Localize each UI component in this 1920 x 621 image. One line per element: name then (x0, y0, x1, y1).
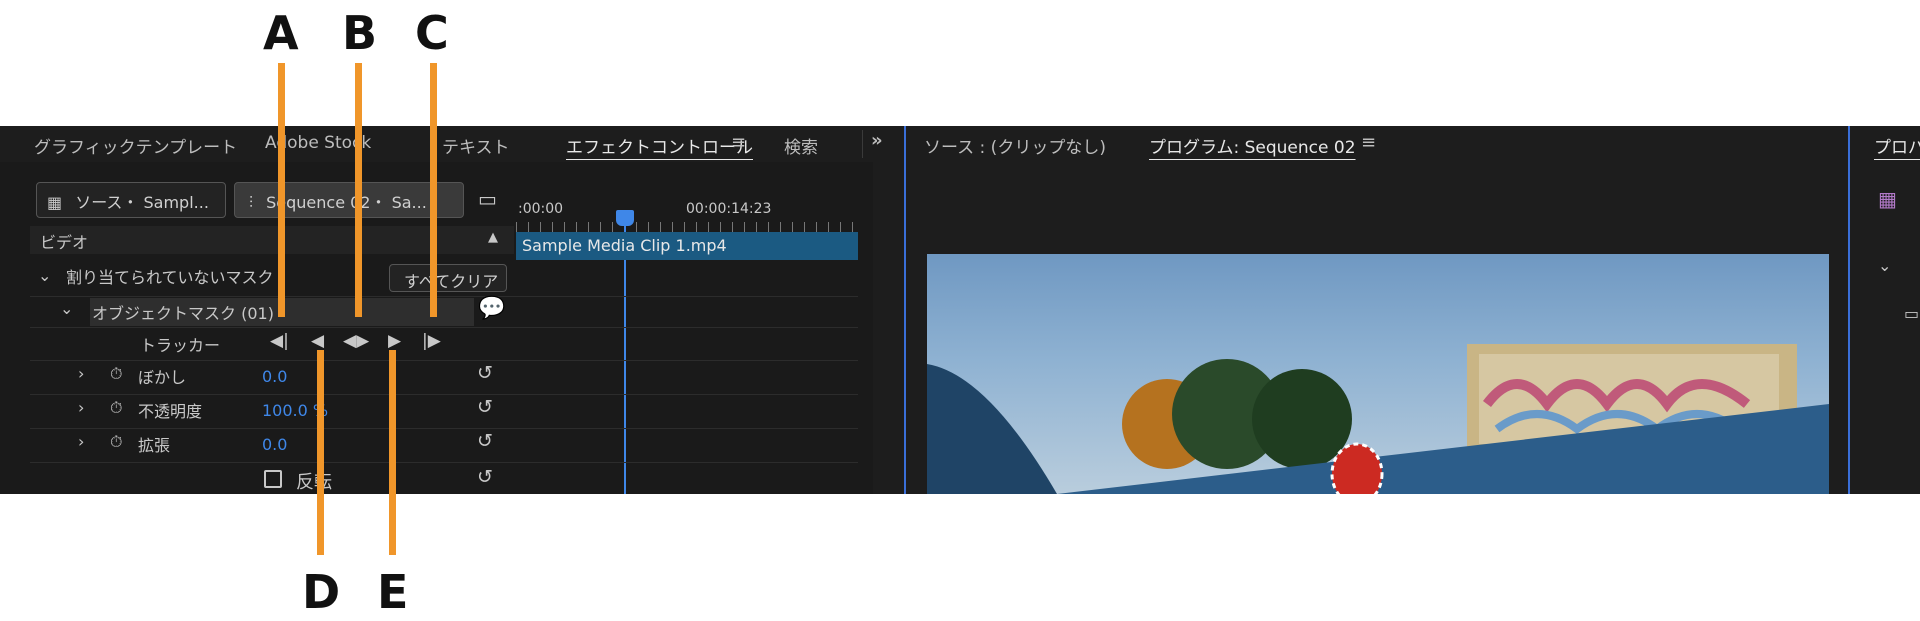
source-clip-tab[interactable]: ▦ ソース・ Sampl... (36, 182, 226, 218)
timeline-end-time: 00:00:14:23 (686, 201, 772, 217)
tab-graphic-templates[interactable]: グラフィックテンプレート (34, 133, 237, 158)
clip-bar[interactable]: Sample Media Clip 1.mp4 (516, 232, 858, 260)
reset-icon[interactable]: ↺ (477, 466, 493, 488)
callout-line-e (389, 350, 396, 555)
track-forward-one-frame-icon[interactable]: |▶ (422, 331, 441, 351)
video-frame-image (927, 344, 1829, 494)
row-divider (30, 394, 858, 395)
clear-all-label: すべてクリア (404, 272, 499, 291)
reset-icon[interactable]: ↺ (477, 362, 493, 384)
callout-label-d: D (302, 565, 341, 619)
playhead-marker[interactable] (616, 210, 634, 226)
tab-divider (862, 130, 863, 158)
track-forward-icon[interactable]: ▶ (388, 331, 401, 351)
callout-line-c (430, 63, 437, 317)
video-section-label: ビデオ (40, 233, 89, 252)
panel-toggle-icon[interactable]: ▭ (478, 187, 497, 211)
tab-program-monitor[interactable]: プログラム: Sequence 02 (1149, 133, 1356, 158)
premiere-ui: グラフィックテンプレート Adobe Stock テキスト エフェクトコントロー… (0, 126, 1920, 494)
sequence-icon: ⫶ (249, 193, 254, 212)
reset-icon[interactable]: ↺ (477, 430, 493, 452)
tab-search[interactable]: 検索 (784, 133, 818, 158)
callout-label-a: A (263, 6, 299, 60)
sequence-properties-icon: ▦ (1878, 187, 1897, 211)
callout-label-c: C (415, 6, 449, 60)
row-divider (30, 428, 858, 429)
row-divider (30, 327, 858, 328)
row-divider (30, 360, 858, 361)
source-clip-label: ソース・ Sampl... (75, 193, 209, 212)
monitor-icon: ▭ (1904, 304, 1920, 323)
chevron-down-icon[interactable]: ⌄ (1878, 256, 1891, 275)
track-both-directions-icon[interactable]: ◀▶ (343, 331, 369, 351)
row-divider (30, 296, 858, 297)
panel-separator-right[interactable] (1848, 126, 1850, 494)
object-mask-label: オブジェクトマスク (01) (92, 304, 274, 323)
callout-label-e: E (377, 565, 409, 619)
expansion-label: 拡張 (138, 436, 171, 455)
timeline-start-time: :00:00 (518, 201, 564, 217)
speech-bubble-icon[interactable]: 💬 (478, 296, 505, 321)
hamburger-icon[interactable]: ≡ (1361, 132, 1376, 153)
tab-source-monitor[interactable]: ソース : (クリップなし) (924, 133, 1106, 158)
clear-all-button[interactable]: すべてクリア (389, 264, 507, 292)
callout-line-d (317, 350, 324, 555)
tab-properties[interactable]: プロパ (1874, 133, 1920, 158)
double-chevron-right-icon[interactable]: » (871, 130, 883, 151)
chevron-down-icon[interactable]: ⌄ (60, 299, 73, 318)
feather-value[interactable]: 0.0 (262, 367, 287, 386)
chevron-down-icon[interactable]: ⌄ (38, 266, 51, 285)
tracker-label: トラッカー (140, 336, 221, 355)
track-backward-icon[interactable]: ◀ (311, 331, 324, 351)
reset-icon[interactable]: ↺ (477, 396, 493, 418)
callout-line-b (355, 63, 362, 317)
track-backward-one-frame-icon[interactable]: ◀| (270, 331, 289, 351)
chevron-right-icon[interactable]: › (78, 364, 84, 383)
hamburger-icon[interactable]: ≡ (731, 132, 746, 153)
panel-separator[interactable] (904, 126, 906, 494)
stopwatch-icon[interactable]: ⏱ (110, 398, 122, 418)
expansion-value[interactable]: 0.0 (262, 435, 287, 454)
callout-label-b: B (342, 6, 378, 60)
row-divider (30, 462, 858, 463)
unassigned-mask-label: 割り当てられていないマスク (66, 268, 274, 287)
feather-label: ぼかし (138, 368, 187, 387)
video-section-row (30, 226, 514, 254)
film-strip-icon: ▦ (47, 193, 63, 212)
clip-name: Sample Media Clip 1.mp4 (522, 236, 727, 255)
tab-text[interactable]: テキスト (442, 133, 510, 158)
callout-line-a (278, 63, 285, 317)
invert-label: 反転 (296, 472, 332, 493)
invert-checkbox[interactable] (264, 470, 282, 488)
chevron-right-icon[interactable]: › (78, 432, 84, 451)
chevron-right-icon[interactable]: › (78, 398, 84, 417)
opacity-label: 不透明度 (138, 402, 203, 421)
stopwatch-icon[interactable]: ⏱ (110, 364, 122, 384)
program-monitor-video[interactable] (927, 254, 1829, 494)
sequence-label: Sequence 02・ Sa... (266, 193, 427, 212)
stopwatch-icon[interactable]: ⏱ (110, 432, 122, 452)
collapse-triangle-icon[interactable]: ▲ (488, 230, 498, 245)
tab-effect-controls[interactable]: エフェクトコントロール (566, 133, 753, 158)
